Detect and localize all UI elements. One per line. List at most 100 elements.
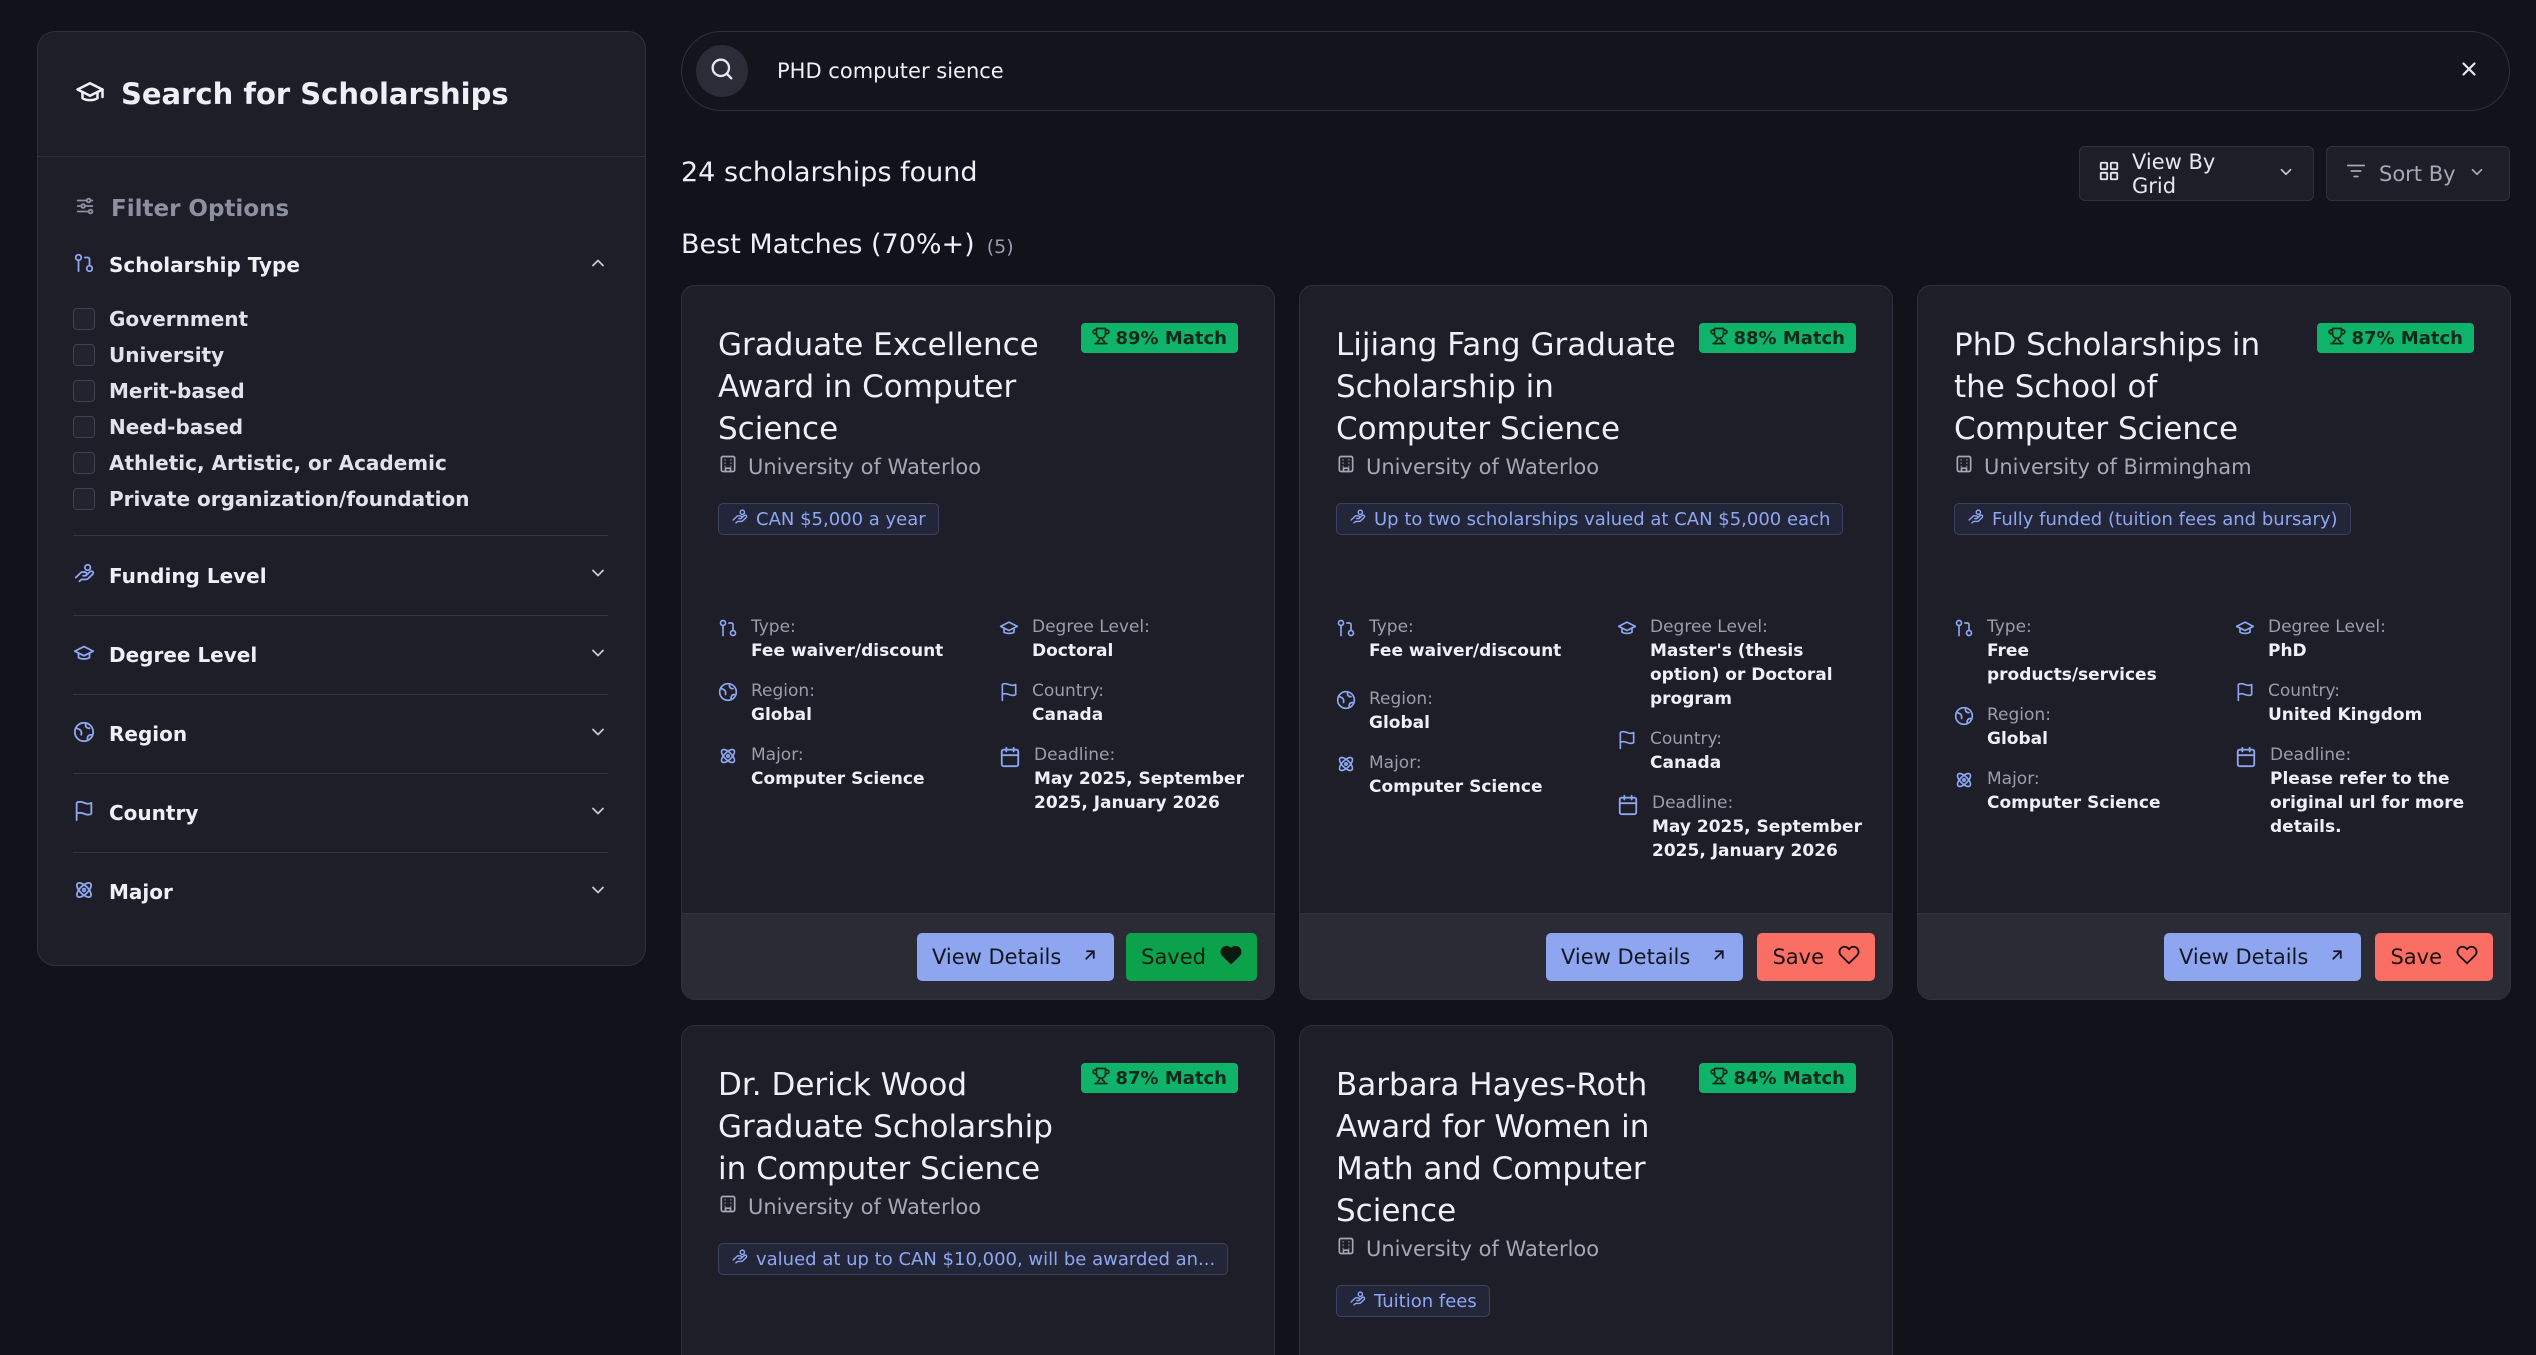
card-title: Graduate Excellence Award in Computer Sc… <box>718 327 1039 447</box>
graduation-cap-icon <box>999 615 1019 663</box>
arrow-up-right-icon <box>1710 945 1728 969</box>
filter-options-label: Filter Options <box>111 196 290 222</box>
checkbox[interactable] <box>73 380 95 402</box>
checkbox[interactable] <box>73 416 95 438</box>
scholarship-card: Lijiang Fang Graduate Scholarship in Com… <box>1299 285 1893 1000</box>
detail-degree: Degree Level: PhD <box>2235 615 2484 663</box>
trophy-icon <box>1709 1067 1728 1090</box>
detail-country: Country: Canada <box>999 679 1248 727</box>
detail-value: May 2025, September 2025, January 2026 <box>1034 769 1244 813</box>
degree-level-toggle[interactable]: Degree Level <box>73 639 608 671</box>
trophy-icon <box>2327 327 2346 350</box>
funding-text: Tuition fees <box>1374 1290 1477 1312</box>
option-government[interactable]: Government <box>73 301 608 337</box>
detail-deadline: Deadline: Please refer to the original ur… <box>2235 743 2484 839</box>
card-details: Type: Fee waiver/discount Region: Global M… <box>718 615 1248 831</box>
scholarship-type-toggle[interactable]: Scholarship Type <box>73 249 608 281</box>
saved-button[interactable]: Saved <box>1126 933 1257 981</box>
option-label: Government <box>109 307 249 331</box>
funding-level-section: Funding Level <box>73 536 608 615</box>
sliders-icon <box>73 195 97 223</box>
scholarship-card: PhD Scholarships in the School of Comput… <box>1917 285 2511 1000</box>
card-details: Type: Free products/services Region: Globa… <box>1954 615 2484 855</box>
card-footer: View Details Save <box>1300 913 1892 999</box>
detail-value: United Kingdom <box>2268 705 2423 725</box>
detail-country: Country: Canada <box>1617 727 1866 775</box>
option-merit-based[interactable]: Merit-based <box>73 373 608 409</box>
checkbox[interactable] <box>73 308 95 330</box>
detail-value: PhD <box>2268 641 2307 661</box>
globe-icon <box>718 679 738 727</box>
option-private[interactable]: Private organization/foundation <box>73 481 608 517</box>
hand-coins-icon <box>731 1248 748 1270</box>
filter-sidebar: Search for Scholarships Filter Options S… <box>37 31 646 966</box>
git-pull-request-icon <box>1336 615 1356 663</box>
major-label: Major <box>109 880 173 904</box>
region-toggle[interactable]: Region <box>73 718 608 750</box>
detail-label: Degree Level: <box>1032 617 1150 637</box>
building-icon <box>718 1194 738 1219</box>
funding-text: Fully funded (tuition fees and bursary) <box>1992 508 2338 530</box>
card-title: Lijiang Fang Graduate Scholarship in Com… <box>1336 327 1676 447</box>
detail-value: Free products/services <box>1987 641 2157 685</box>
search-bar <box>681 31 2510 111</box>
sort-by-button[interactable]: Sort By <box>2326 146 2510 201</box>
view-details-button[interactable]: View Details <box>917 933 1115 981</box>
search-input[interactable] <box>777 59 2449 83</box>
match-badge: 89% Match <box>1080 323 1238 353</box>
calendar-icon <box>2235 743 2257 839</box>
detail-value: Global <box>751 705 812 725</box>
save-button[interactable]: Save <box>1757 933 1875 981</box>
funding-tag: CAN $5,000 a year <box>718 503 939 535</box>
view-by-grid-button[interactable]: View By Grid <box>2079 146 2314 201</box>
country-label: Country <box>109 801 199 825</box>
view-details-label: View Details <box>2179 945 2309 969</box>
save-button[interactable]: Save <box>2375 933 2493 981</box>
country-toggle[interactable]: Country <box>73 797 608 829</box>
detail-region: Region: Global <box>1954 703 2203 751</box>
funding-text: CAN $5,000 a year <box>756 508 926 530</box>
detail-value: Doctoral <box>1032 641 1114 661</box>
university-name: University of Birmingham <box>1984 454 2252 479</box>
building-icon <box>718 454 738 479</box>
chevron-down-icon <box>588 801 608 826</box>
view-details-button[interactable]: View Details <box>2164 933 2362 981</box>
sort-by-label: Sort By <box>2379 161 2456 186</box>
graduation-cap-icon <box>73 642 95 669</box>
match-badge: 87% Match <box>1080 1063 1238 1093</box>
heart-icon <box>1838 944 1860 971</box>
best-matches-heading: Best Matches (70%+) (5) <box>681 229 1014 260</box>
degree-level-label: Degree Level <box>109 643 258 667</box>
detail-label: Region: <box>1369 689 1433 709</box>
view-details-button[interactable]: View Details <box>1546 933 1744 981</box>
calendar-icon <box>1617 791 1639 863</box>
detail-label: Type: <box>1987 617 2032 637</box>
scholarship-type-label: Scholarship Type <box>109 253 300 277</box>
option-university[interactable]: University <box>73 337 608 373</box>
atom-icon <box>73 879 95 906</box>
search-button[interactable] <box>696 45 748 97</box>
country-section: Country <box>73 773 608 852</box>
major-toggle[interactable]: Major <box>73 876 608 908</box>
best-matches-title: Best Matches (70%+) <box>681 229 975 260</box>
graduation-cap-icon <box>1617 615 1637 711</box>
grid-icon <box>2098 160 2120 187</box>
university: University of Waterloo <box>1336 1236 1599 1261</box>
git-pull-request-icon <box>1954 615 1974 687</box>
chevron-down-icon <box>2468 162 2486 186</box>
card-footer: View Details Saved <box>682 913 1274 999</box>
globe-icon <box>73 721 95 748</box>
scholarship-card: Graduate Excellence Award in Computer Sc… <box>681 285 1275 1000</box>
results-count: 24 scholarships found <box>681 157 978 188</box>
detail-value: Computer Science <box>1369 777 1543 797</box>
option-need-based[interactable]: Need-based <box>73 409 608 445</box>
clear-search-button[interactable] <box>2449 51 2489 91</box>
checkbox[interactable] <box>73 344 95 366</box>
detail-label: Country: <box>2268 681 2341 701</box>
chevron-down-icon <box>2277 162 2295 186</box>
checkbox[interactable] <box>73 488 95 510</box>
checkbox[interactable] <box>73 452 95 474</box>
option-athletic[interactable]: Athletic, Artistic, or Academic <box>73 445 608 481</box>
funding-level-toggle[interactable]: Funding Level <box>73 560 608 592</box>
funding-tag: valued at up to CAN $10,000, will be awa… <box>718 1243 1229 1275</box>
